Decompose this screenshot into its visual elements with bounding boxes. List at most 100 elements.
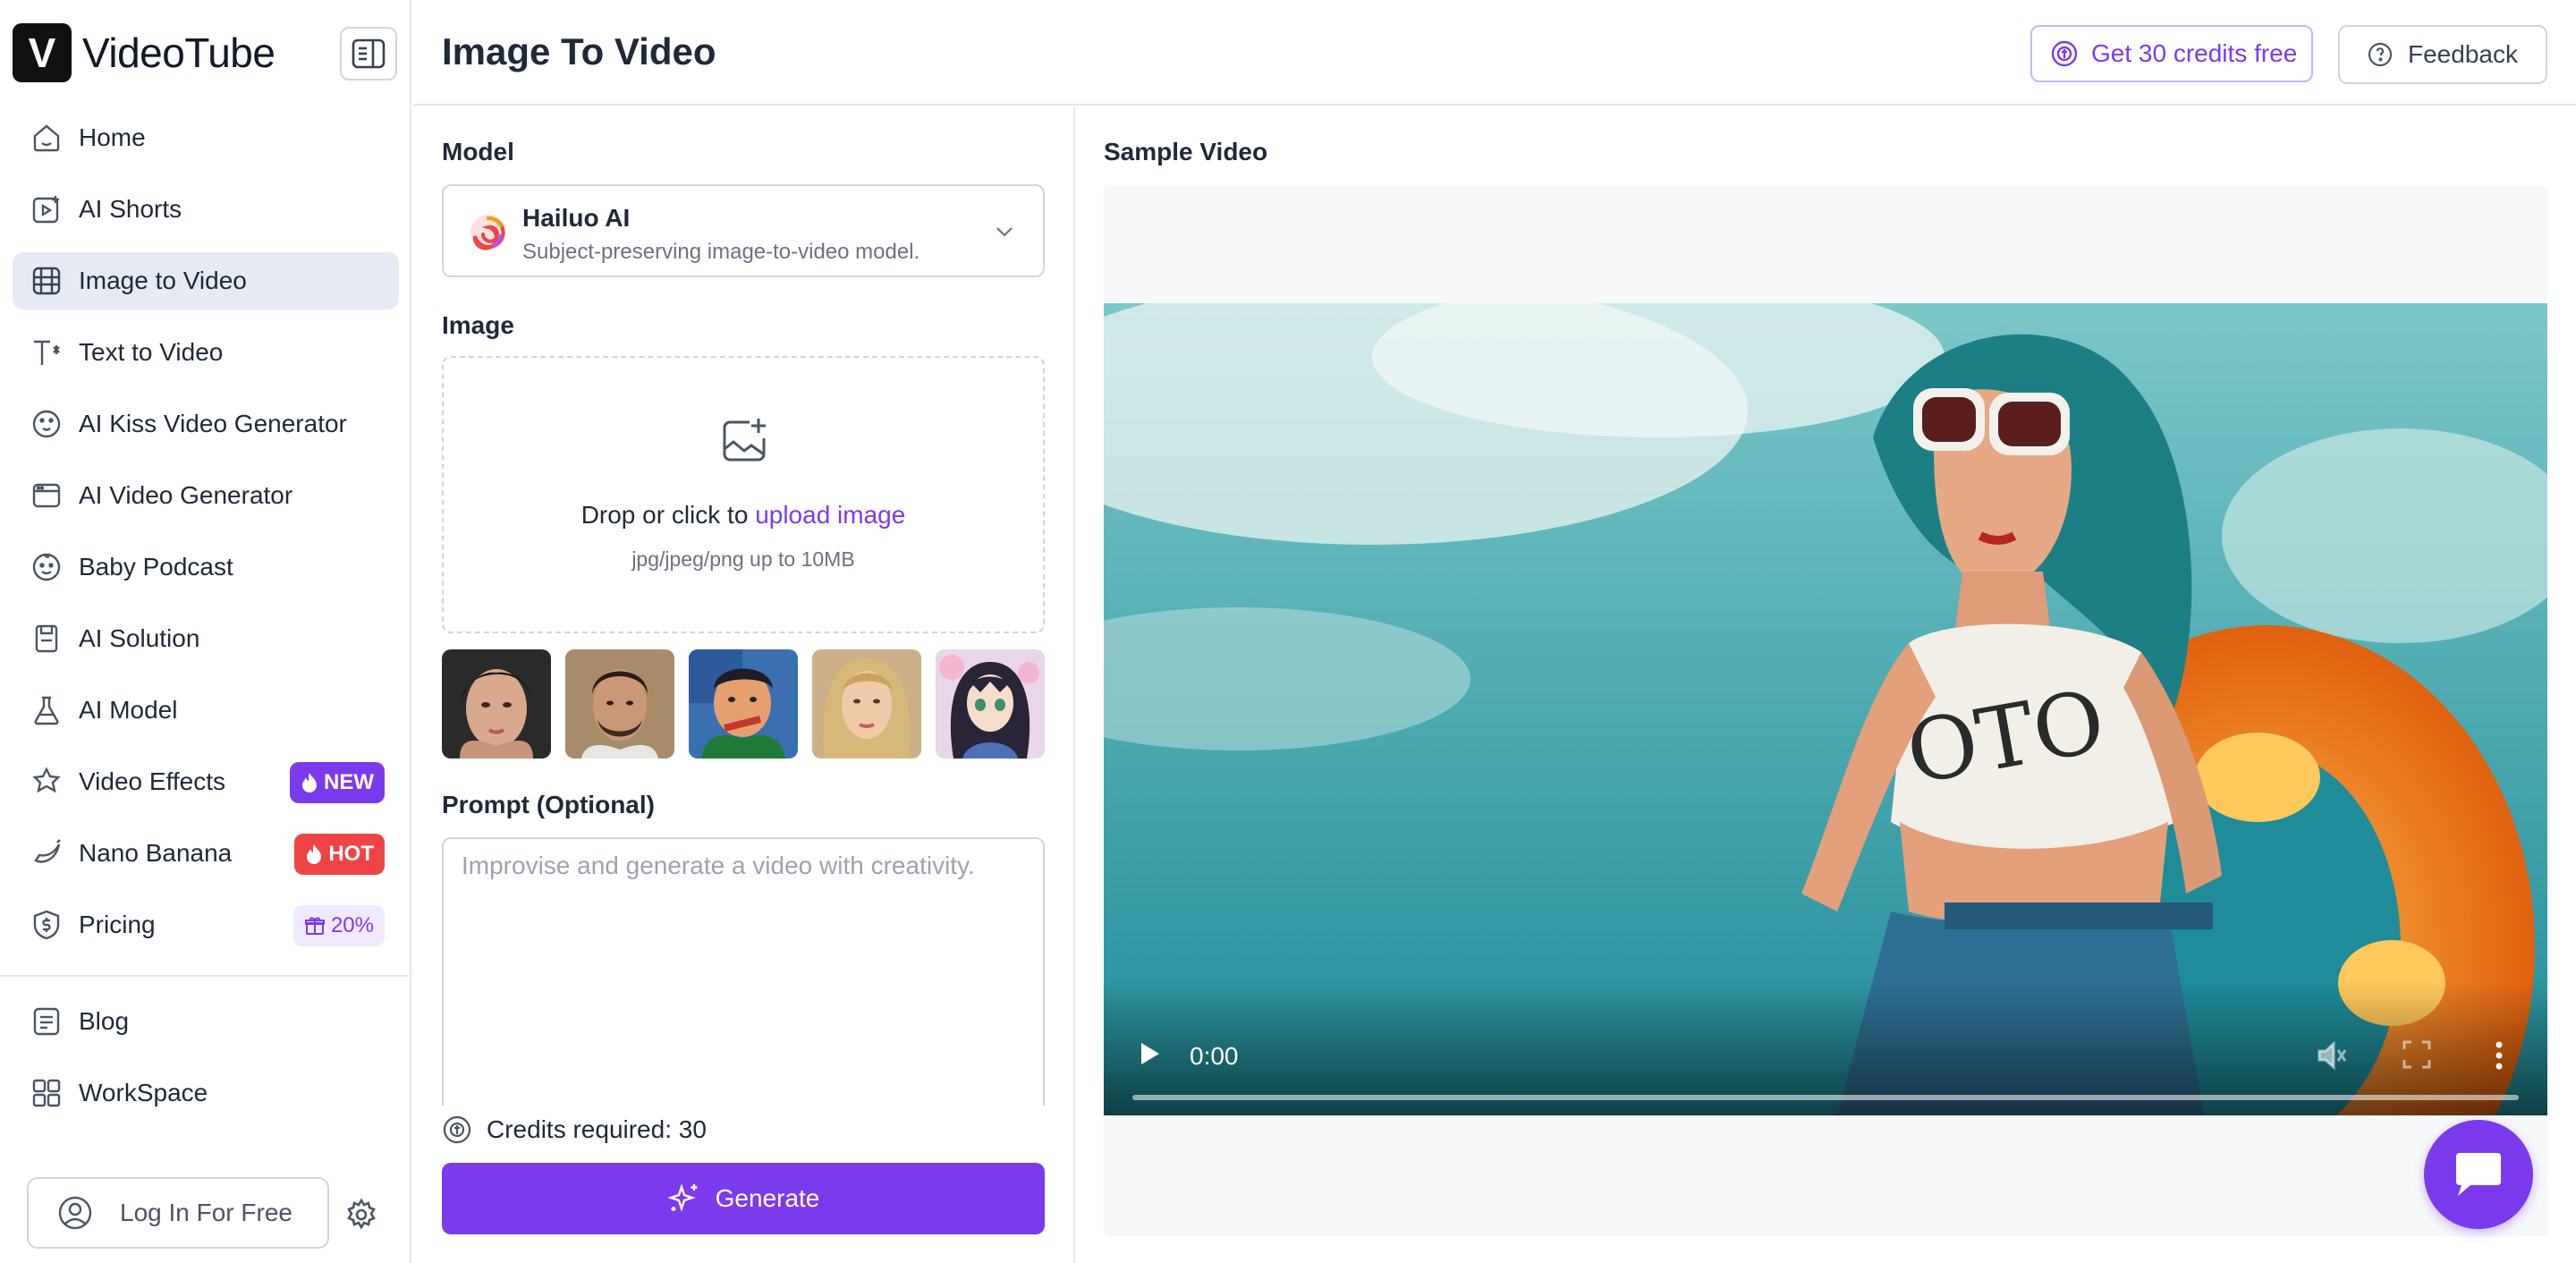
credits-required: Credits required: 30 <box>442 1115 707 1145</box>
sidebar-item-label: Pricing <box>79 911 156 938</box>
sidebar-item-ai-kiss-video-generator[interactable]: AI Kiss Video Generator <box>13 395 399 453</box>
video-gen-icon <box>29 478 64 513</box>
sample-image-painting-man[interactable] <box>689 649 798 759</box>
sidebar-item-ai-model[interactable]: AI Model <box>13 682 399 739</box>
badge-label: HOT <box>328 842 374 866</box>
fire-icon <box>302 773 317 793</box>
get-credits-button[interactable]: Get 30 credits free <box>2030 25 2313 82</box>
sidebar-item-ai-video-generator[interactable]: AI Video Generator <box>13 467 399 524</box>
prompt-input[interactable] <box>442 837 1045 1106</box>
model-section-label: Model <box>442 138 514 165</box>
sidebar-item-label: Image to Video <box>79 267 247 294</box>
sidebar-item-label: AI Model <box>79 696 178 724</box>
badge-label: NEW <box>324 770 374 794</box>
film-icon <box>29 263 64 299</box>
sparkle-icon <box>666 1183 698 1212</box>
video-time: 0:00 <box>1190 1042 1239 1070</box>
discount-badge: 20% <box>292 905 385 946</box>
sidebar-item-text-to-video[interactable]: Text to Video <box>13 324 399 381</box>
collapse-sidebar-button[interactable] <box>340 27 397 81</box>
upload-prefix: Drop or click to <box>580 501 756 529</box>
sidebar: V VideoTube Home AI Shorts Image to Vide… <box>0 0 411 1263</box>
sidebar-item-ai-shorts[interactable]: AI Shorts <box>13 181 399 238</box>
upload-hint: jpg/jpeg/png up to 10MB <box>631 547 855 571</box>
sidebar-item-label: Home <box>79 123 146 151</box>
dollar-icon <box>29 907 64 943</box>
gear-icon <box>347 1198 376 1230</box>
shorts-icon <box>29 191 64 227</box>
flask-icon <box>29 692 64 728</box>
chat-icon <box>2456 1153 2501 1196</box>
sample-video-player[interactable]: OTO 0:00 <box>1104 303 2547 1115</box>
sidebar-secondary-nav: Blog WorkSpace <box>13 993 399 1136</box>
generate-button[interactable]: Generate <box>442 1163 1045 1234</box>
sample-video-title: Sample Video <box>1104 138 1268 165</box>
get-credits-label: Get 30 credits free <box>2091 39 2298 67</box>
generate-label: Generate <box>715 1184 820 1212</box>
model-name: Hailuo AI <box>522 204 631 232</box>
sidebar-item-home[interactable]: Home <box>13 109 399 166</box>
login-button[interactable]: Log In For Free <box>27 1177 329 1249</box>
more-options-icon[interactable] <box>2490 1038 2508 1072</box>
generation-form: Model Hailuo AI Subject-preserving image… <box>413 107 1075 1263</box>
sidebar-divider <box>0 975 411 977</box>
fire-icon <box>307 844 322 864</box>
sidebar-nav: Home AI Shorts Image to Video Text to Vi… <box>13 109 399 968</box>
gift-icon <box>304 917 325 935</box>
sidebar-item-video-effects[interactable]: Video Effects NEW <box>13 753 399 810</box>
brand[interactable]: V VideoTube <box>13 23 275 82</box>
feedback-button[interactable]: Feedback <box>2338 25 2547 84</box>
sample-image-portrait-blonde[interactable] <box>812 649 921 759</box>
credits-required-label: Credits required: 30 <box>487 1115 707 1143</box>
fullscreen-icon[interactable] <box>2401 1038 2433 1071</box>
workspace-icon <box>29 1075 64 1111</box>
sidebar-item-label: AI Shorts <box>79 195 182 223</box>
settings-button[interactable] <box>342 1195 381 1234</box>
image-section-label: Image <box>442 311 514 339</box>
model-select[interactable]: Hailuo AI Subject-preserving image-to-vi… <box>442 184 1045 277</box>
sidebar-toggle-icon <box>352 38 386 69</box>
model-description: Subject-preserving image-to-video model. <box>522 240 920 264</box>
volume-icon[interactable] <box>2315 1038 2349 1072</box>
sidebar-item-ai-solution[interactable]: AI Solution <box>13 610 399 667</box>
sidebar-item-label: AI Solution <box>79 624 200 652</box>
badge-label: 20% <box>330 913 374 937</box>
sidebar-item-label: AI Kiss Video Generator <box>79 410 347 437</box>
top-header: Image To Video Get 30 credits free Feedb… <box>413 0 2576 106</box>
sidebar-item-label: Blog <box>79 1007 130 1035</box>
sidebar-item-workspace[interactable]: WorkSpace <box>13 1064 399 1122</box>
hot-badge: HOT <box>294 834 385 875</box>
play-icon[interactable] <box>1136 1040 1163 1067</box>
video-container: OTO 0:00 <box>1104 186 2547 1236</box>
sidebar-item-nano-banana[interactable]: Nano Banana HOT <box>13 825 399 882</box>
sidebar-item-pricing[interactable]: Pricing 20% <box>13 896 399 954</box>
sample-images <box>442 649 1045 759</box>
sample-image-portrait-man[interactable] <box>565 649 674 759</box>
login-label: Log In For Free <box>120 1199 292 1226</box>
feedback-label: Feedback <box>2408 40 2518 68</box>
coin-icon <box>2051 40 2078 67</box>
brand-logo: V <box>13 23 72 82</box>
feedback-icon <box>2368 42 2393 67</box>
prompt-section-label: Prompt (Optional) <box>442 791 655 818</box>
page-title: Image To Video <box>442 30 716 72</box>
coin-icon <box>443 1115 471 1144</box>
upload-image-link[interactable]: upload image <box>755 501 905 529</box>
hailuo-logo-icon <box>470 215 506 250</box>
sidebar-item-blog[interactable]: Blog <box>13 993 399 1050</box>
sample-image-portrait-woman[interactable] <box>442 649 551 759</box>
sample-image-anime-girl[interactable] <box>936 649 1045 759</box>
sidebar-item-label: Nano Banana <box>79 839 233 867</box>
chat-support-button[interactable] <box>2424 1120 2533 1229</box>
blog-icon <box>29 1004 64 1039</box>
sample-video-panel: Sample Video OTO 0:00 <box>1077 107 2576 1263</box>
brand-name: VideoTube <box>82 30 275 76</box>
video-progress-bar[interactable] <box>1132 1095 2519 1100</box>
sidebar-item-label: Video Effects <box>79 767 225 795</box>
sidebar-item-image-to-video[interactable]: Image to Video <box>13 252 399 309</box>
sidebar-item-label: AI Video Generator <box>79 481 293 509</box>
image-upload-dropzone[interactable]: Drop or click to upload image jpg/jpeg/p… <box>442 356 1045 633</box>
baby-icon <box>29 549 64 585</box>
text-icon <box>29 335 64 370</box>
sidebar-item-baby-podcast[interactable]: Baby Podcast <box>13 538 399 596</box>
